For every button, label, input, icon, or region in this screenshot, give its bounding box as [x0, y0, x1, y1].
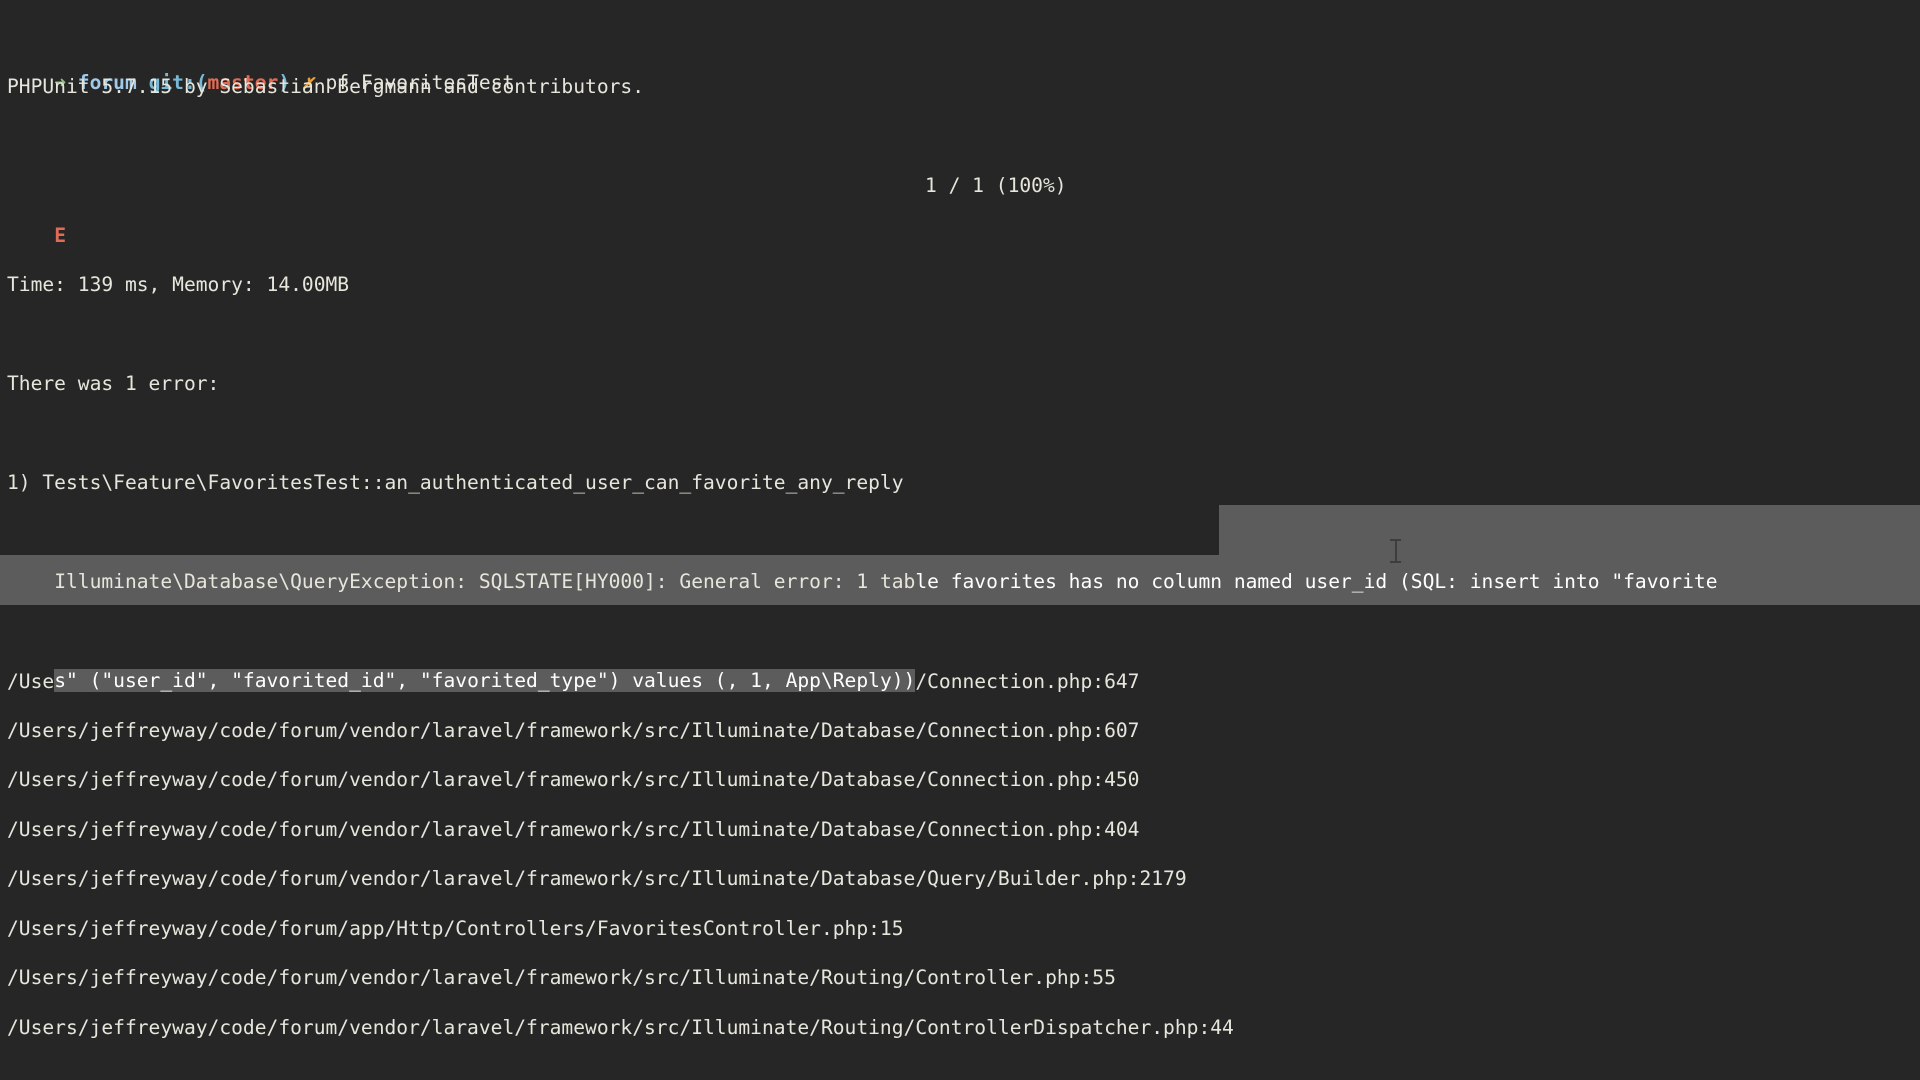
terminal-window[interactable]: ➜ forum git:(master) ✗ pf FavoritesTest …	[0, 0, 1920, 1080]
exception-message-wrap-selected: s" ("user_id", "favorited_id", "favorite…	[54, 669, 916, 693]
stack-trace-line: /Users/jeffreyway/code/forum/vendor/lara…	[7, 1016, 1234, 1039]
stack-trace-line: /Users/jeffreyway/code/forum/vendor/lara…	[7, 818, 1140, 841]
stack-trace-line: /Users/jeffreyway/code/forum/vendor/lara…	[7, 966, 1116, 989]
stack-trace-line: /Users/jeffreyway/code/forum/app/Http/Co…	[7, 917, 904, 940]
stack-trace-line: /Users/jeffreyway/code/forum/vendor/lara…	[7, 867, 1187, 890]
test-timing-line: Time: 139 ms, Memory: 14.00MB	[7, 273, 350, 296]
exception-message-line-2: s" ("user_id", "favorited_id", "favorite…	[7, 607, 1920, 693]
stack-trace-line: /Users/jeffreyway/code/forum/vendor/lara…	[7, 768, 1140, 791]
error-summary-line: There was 1 error:	[7, 372, 220, 395]
exception-message-selected: le favorites has no column named user_id…	[915, 569, 1718, 593]
exception-message-unselected: Illuminate\Database\QueryException: SQLS…	[54, 569, 916, 593]
test-progress-count: 1 / 1 (100%)	[925, 174, 1067, 197]
test-error-marker: E	[54, 223, 66, 247]
exception-message-line-1: Illuminate\Database\QueryException: SQLS…	[7, 507, 1920, 593]
error-index-line: 1) Tests\Feature\FavoritesTest::an_authe…	[7, 471, 904, 494]
stack-trace-line: /Users/jeffreyway/code/forum/vendor/lara…	[7, 719, 1140, 742]
phpunit-banner: PHPUnit 5.7.15 by Sebastian Bergmann and…	[7, 75, 645, 98]
test-progress-line: E	[7, 161, 66, 247]
shell-prompt-line[interactable]: ➜ forum git:(master) ✗ pf FavoritesTest	[7, 8, 514, 94]
